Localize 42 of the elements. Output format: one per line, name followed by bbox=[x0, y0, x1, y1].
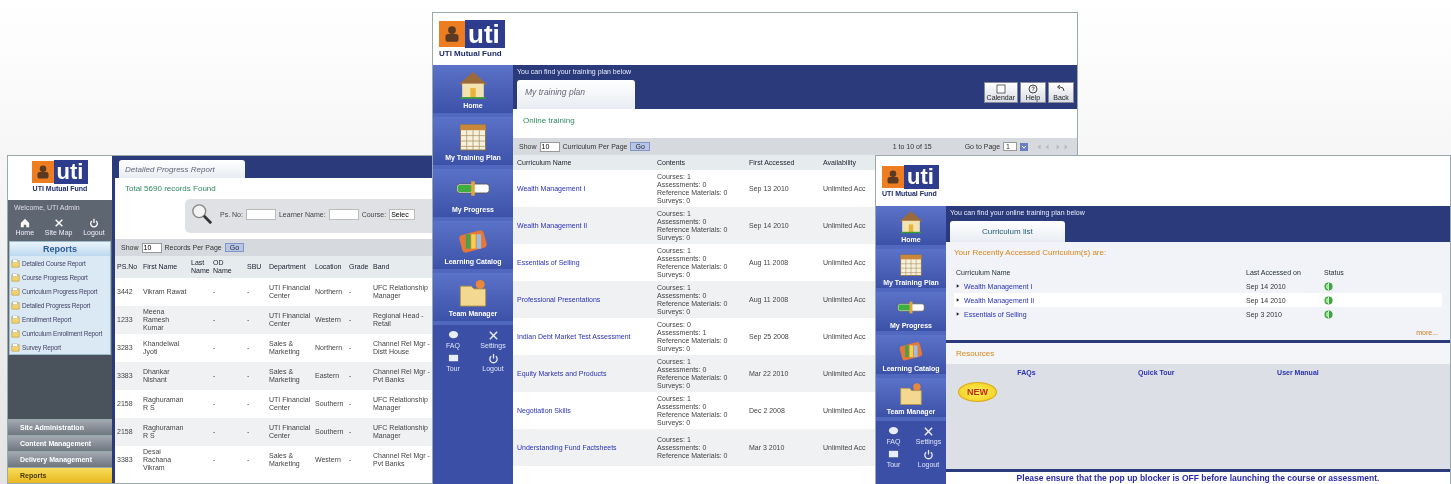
new-badge: NEW bbox=[958, 382, 997, 402]
tab[interactable]: Detailed Progress Report bbox=[119, 160, 245, 178]
logo-wordmark: uti bbox=[904, 165, 939, 189]
caret-icon bbox=[1020, 142, 1028, 151]
logo-wordmark: uti bbox=[465, 20, 505, 48]
document-icon bbox=[11, 286, 20, 296]
document-icon bbox=[11, 328, 20, 338]
monitor-icon bbox=[888, 449, 899, 460]
power-icon bbox=[88, 218, 99, 228]
bullet-arrow-icon bbox=[956, 312, 960, 316]
logo-wordmark: uti bbox=[53, 160, 89, 184]
bullet-arrow-icon bbox=[956, 298, 960, 302]
power-icon bbox=[923, 449, 934, 460]
back-arrow-icon bbox=[1055, 84, 1067, 94]
document-icon bbox=[11, 300, 20, 310]
house-icon bbox=[19, 218, 30, 228]
document-icon bbox=[11, 258, 20, 268]
speech-bubble-icon bbox=[888, 426, 899, 437]
document-icon bbox=[11, 314, 20, 324]
question-icon bbox=[1027, 84, 1039, 94]
tab[interactable]: My training plan bbox=[517, 80, 635, 109]
notice-text: Please ensure that the pop up blocker is OFF before launching the course or assessment. bbox=[946, 472, 1450, 484]
input-field[interactable] bbox=[245, 208, 276, 220]
logo-caption: UTI Mutual Fund bbox=[439, 49, 502, 58]
monitor-icon bbox=[447, 353, 459, 364]
document-icon bbox=[11, 342, 20, 352]
speech-bubble-icon bbox=[447, 330, 459, 341]
document-icon bbox=[11, 272, 20, 282]
power-icon bbox=[487, 353, 499, 364]
tab[interactable]: Curriculum list bbox=[950, 221, 1065, 242]
status-icon bbox=[1324, 281, 1333, 291]
emblem-icon bbox=[439, 20, 465, 48]
status-icon bbox=[1324, 309, 1333, 319]
search-icon bbox=[191, 203, 213, 225]
input-field[interactable] bbox=[328, 208, 359, 220]
section-heading: Resources bbox=[946, 343, 1450, 364]
emblem-icon bbox=[882, 165, 904, 189]
section-title: Online training bbox=[522, 115, 576, 127]
emblem-icon bbox=[31, 160, 54, 184]
panel-header: Reports bbox=[10, 242, 110, 256]
result-count: Total 5690 records Found bbox=[124, 183, 217, 195]
bullet-arrow-icon bbox=[956, 284, 960, 288]
